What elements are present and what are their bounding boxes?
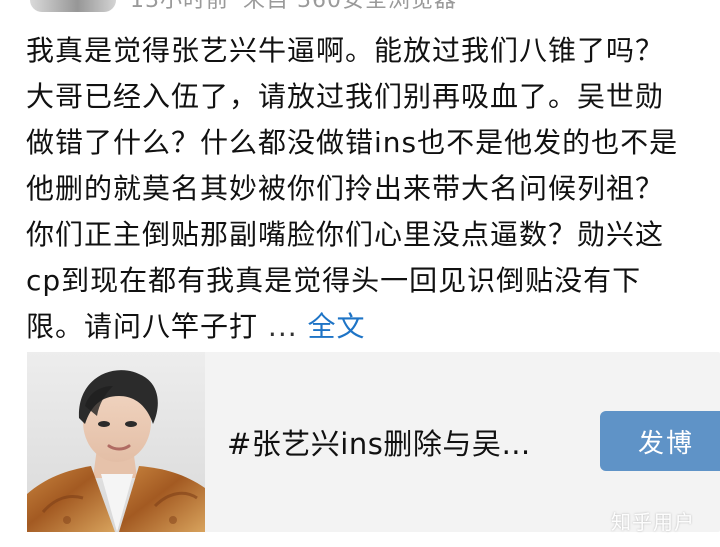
post-time: 13小时前 (130, 0, 229, 13)
post-line: 你们正主倒贴那副嘴脸你们心里没点逼数？勋兴这 (26, 218, 665, 251)
post-line: 大哥已经入伍了，请放过我们别再吸血了。吴世勋 (26, 80, 665, 113)
post-line: 他删的就莫名其妙被你们拎出来带大名问候列祖？ (26, 172, 665, 205)
post-body: 我真是觉得张艺兴牛逼啊。能放过我们八锥了吗？ 大哥已经入伍了，请放过我们别再吸血… (26, 28, 720, 350)
ellipsis: ... (258, 310, 308, 343)
topic-thumbnail (27, 352, 205, 532)
person-photo-icon (27, 352, 205, 532)
post-line: 限。请问八竿子打 (26, 310, 259, 343)
watermark: 知乎用户 (611, 510, 695, 534)
full-text-link[interactable]: 全文 (308, 310, 366, 343)
topic-title[interactable]: #张艺兴ins删除与吴… (227, 421, 531, 463)
post-source: 来自 360安全浏览器 (243, 0, 457, 13)
post-line: cp到现在都有我真是觉得头一回见识倒贴没有下 (26, 264, 642, 297)
post-line: 我真是觉得张艺兴牛逼啊。能放过我们八锥了吗？ (26, 34, 665, 67)
post-line: 做错了什么？什么都没做错ins也不是他发的也不是 (26, 126, 679, 159)
avatar[interactable] (30, 0, 116, 12)
post-meta: 13小时前 来自 360安全浏览器 (30, 0, 457, 13)
post-button[interactable]: 发博 (600, 411, 720, 471)
post-last-line: 限。请问八竿子打 ... 全文 (26, 304, 720, 350)
